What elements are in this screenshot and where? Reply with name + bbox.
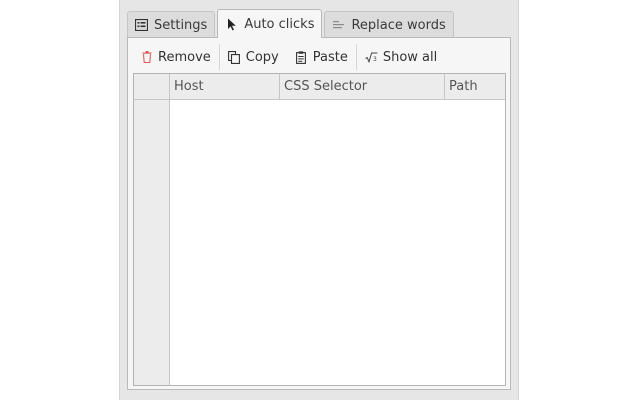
remove-label: Remove bbox=[158, 49, 211, 65]
tab-auto-clicks[interactable]: Auto clicks bbox=[217, 9, 323, 38]
select-all-corner[interactable] bbox=[134, 74, 170, 99]
text-lines-icon bbox=[332, 19, 345, 32]
table-header: Host CSS Selector Path bbox=[134, 74, 505, 100]
remove-button[interactable]: Remove bbox=[132, 43, 219, 71]
column-header-host[interactable]: Host bbox=[170, 74, 280, 99]
square-root-icon: 3 bbox=[365, 50, 378, 64]
paste-label: Paste bbox=[312, 49, 348, 65]
svg-text:3: 3 bbox=[373, 55, 377, 62]
column-header-path[interactable]: Path bbox=[445, 74, 505, 99]
cursor-icon bbox=[225, 18, 238, 31]
copy-label: Copy bbox=[245, 49, 279, 65]
options-window: Settings Auto clicks Replace words Remov… bbox=[119, 0, 519, 400]
copy-icon bbox=[228, 50, 241, 64]
trash-icon bbox=[140, 50, 153, 64]
tab-replace-words-label: Replace words bbox=[351, 17, 446, 33]
clipboard-icon bbox=[295, 50, 308, 64]
tab-settings-label: Settings bbox=[154, 17, 208, 33]
paste-button[interactable]: Paste bbox=[287, 43, 356, 71]
show-all-label: Show all bbox=[382, 49, 438, 65]
tab-auto-clicks-label: Auto clicks bbox=[244, 16, 315, 32]
column-header-css-selector[interactable]: CSS Selector bbox=[280, 74, 445, 99]
tab-replace-words[interactable]: Replace words bbox=[324, 11, 454, 38]
tab-settings[interactable]: Settings bbox=[127, 11, 216, 38]
toolbar: Remove Copy Paste 3 Show all bbox=[132, 42, 445, 72]
show-all-button[interactable]: 3 Show all bbox=[357, 43, 445, 71]
copy-button[interactable]: Copy bbox=[220, 43, 287, 71]
row-header-gutter bbox=[134, 100, 170, 385]
auto-clicks-panel: Remove Copy Paste 3 Show all Host CSS Se… bbox=[127, 37, 511, 390]
settings-list-icon bbox=[135, 19, 148, 32]
tab-bar: Settings Auto clicks Replace words bbox=[127, 9, 454, 38]
auto-clicks-table: Host CSS Selector Path bbox=[133, 73, 506, 386]
